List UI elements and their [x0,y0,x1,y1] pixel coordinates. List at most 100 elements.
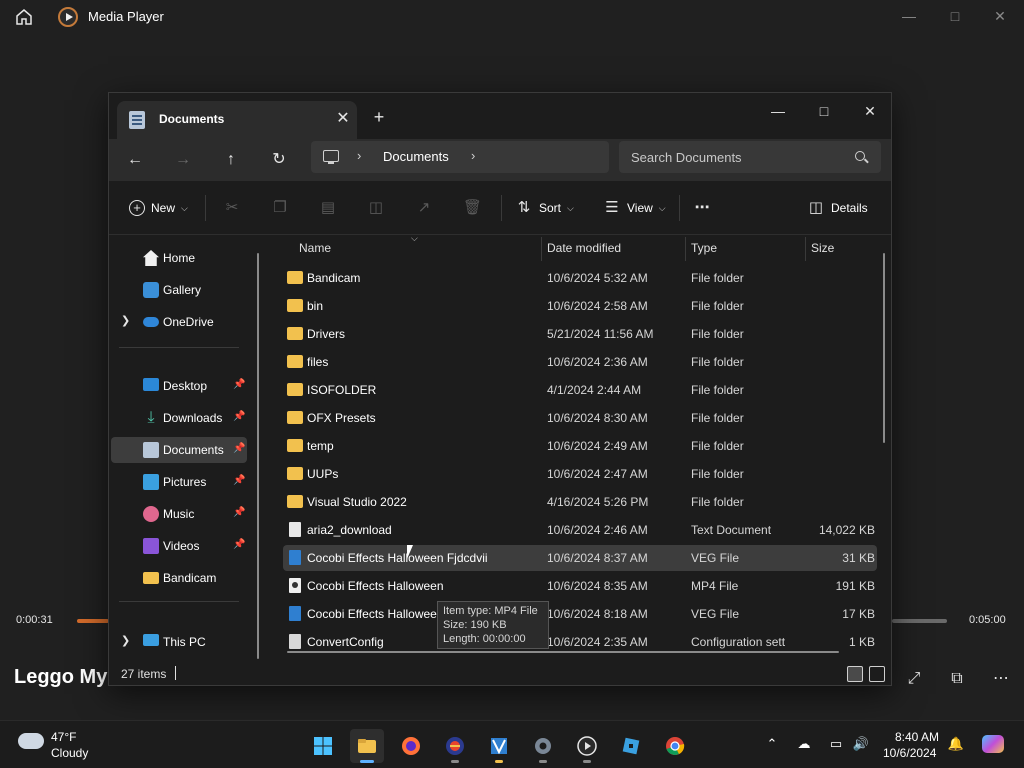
copilot-icon[interactable] [982,735,1004,753]
forward-icon[interactable]: → [169,147,197,173]
search-icon[interactable] [855,151,865,161]
nav-item-pictures[interactable]: Pictures 📌 [111,469,247,495]
file-row[interactable]: Cocobi Effects Halloween 10/6/2024 8:18 A… [283,601,877,627]
minimize-icon[interactable]: — [894,6,924,26]
pin-icon[interactable]: 📌 [233,411,245,422]
file-row[interactable]: files 10/6/2024 2:36 AM File folder [283,349,877,375]
view-button-label: View [627,201,653,215]
maximize-icon[interactable]: □ [801,97,847,125]
taskbar-media-player[interactable] [570,729,604,763]
delete-button[interactable]: 🗑 [463,198,482,218]
nav-item-documents[interactable]: Documents 📌 [111,437,247,463]
paste-button[interactable]: ▤ [319,198,337,218]
chrome-icon [666,737,685,755]
view-button[interactable]: ☰ View ⌵ [603,198,665,218]
taskbar-file-explorer[interactable] [350,729,384,763]
nav-item-this-pc[interactable]: ❯ This PC [111,629,247,655]
file-row[interactable]: ISOFOLDER 4/1/2024 2:44 AM File folder [283,377,877,403]
progress-bar-fill[interactable] [77,619,109,623]
tiles-view-button[interactable] [869,666,885,682]
chevron-right-icon[interactable]: › [357,148,361,163]
column-header-type[interactable]: Type [691,241,717,255]
file-row[interactable]: OFX Presets 10/6/2024 8:30 AM File folder [283,405,877,431]
clock-time[interactable]: 8:40 AM [895,730,939,744]
file-row[interactable]: Cocobi Effects Halloween 10/6/2024 8:35 A… [283,573,877,599]
nav-item-bandicam[interactable]: Bandicam [111,565,247,591]
file-row[interactable]: aria2_download 10/6/2024 2:46 AM Text Docu… [283,517,877,543]
nav-item-gallery[interactable]: Gallery [111,277,247,303]
taskbar-bandicam[interactable] [438,729,472,763]
file-row[interactable]: bin 10/6/2024 2:58 AM File folder [283,293,877,319]
taskbar-settings[interactable] [526,729,560,763]
pin-icon[interactable]: 📌 [233,379,245,390]
nav-item-music[interactable]: Music 📌 [111,501,247,527]
file-row[interactable]: Drivers 5/21/2024 11:56 AM File folder [283,321,877,347]
column-separator[interactable] [805,237,806,261]
nav-item-videos[interactable]: Videos 📌 [111,533,247,559]
column-header-name[interactable]: Name [299,241,331,255]
display-icon[interactable]: ▭ [827,735,845,753]
column-separator[interactable] [541,237,542,261]
new-button[interactable]: + New ⌵ [129,198,188,218]
expand-chevron-icon[interactable]: ❯ [121,314,130,327]
breadcrumb-documents[interactable]: Documents [383,149,449,164]
volume-icon[interactable]: 🔊 [852,735,870,753]
close-icon[interactable]: ✕ [985,6,1015,26]
start-button[interactable] [306,729,340,763]
clock-date[interactable]: 10/6/2024 [883,746,936,760]
file-row[interactable]: Visual Studio 2022 4/16/2024 5:26 PM File … [283,489,877,515]
nav-item-home[interactable]: Home [111,245,247,271]
pin-icon[interactable]: 📌 [233,443,245,454]
file-list-horizontal-scrollbar[interactable] [287,651,839,653]
file-row[interactable]: temp 10/6/2024 2:49 AM File folder [283,433,877,459]
tab-documents[interactable]: Documents ✕ [117,101,357,139]
pin-icon[interactable]: 📌 [233,539,245,550]
nav-pane-scrollbar[interactable] [257,253,259,659]
close-icon[interactable]: ✕ [847,97,891,125]
column-separator[interactable] [685,237,686,261]
share-button[interactable]: ↗ [415,198,433,218]
pin-icon[interactable]: 📌 [233,475,245,486]
progress-bar-track[interactable] [892,619,947,623]
rename-button[interactable]: ◫ [367,198,385,218]
expand-chevron-icon[interactable]: ❯ [121,634,130,647]
column-header-size[interactable]: Size [811,241,834,255]
maximize-icon[interactable]: □ [940,6,970,26]
see-more-button[interactable]: ⋯ [693,198,711,218]
tab-close-icon[interactable]: ✕ [333,109,353,129]
show-hidden-icons-chevron-icon[interactable]: ⌃ [763,735,781,753]
new-tab-icon[interactable]: + [369,107,389,127]
pin-icon[interactable]: 📌 [233,507,245,518]
address-bar[interactable]: › Documents › [311,141,609,173]
details-button[interactable]: ◫ Details [807,198,868,218]
refresh-icon[interactable]: ↻ [265,147,293,173]
fullscreen-icon[interactable]: ⤢ [903,668,925,690]
up-icon[interactable]: ↑ [217,147,245,173]
taskbar-firefox[interactable] [394,729,428,763]
nav-item-downloads[interactable]: ⤓ Downloads 📌 [111,405,247,431]
file-row[interactable]: Cocobi Effects Halloween Fjdcdvii 10/6/20… [283,545,877,571]
onedrive-offline-icon[interactable]: ☁ [795,735,813,753]
chevron-right-icon[interactable]: › [471,148,475,163]
taskbar-roblox-studio[interactable] [614,729,648,763]
taskbar-chrome[interactable] [658,729,692,763]
search-input[interactable]: Search Documents [631,150,742,165]
minimize-icon[interactable]: — [755,97,801,125]
details-view-button[interactable] [847,666,863,682]
mini-player-icon[interactable]: ⧉ [946,668,968,690]
sort-button[interactable]: ⇅ Sort ⌵ [515,198,574,218]
file-list-vertical-scrollbar[interactable] [883,253,885,443]
file-row[interactable]: Bandicam 10/6/2024 5:32 AM File folder [283,265,877,291]
nav-item-desktop[interactable]: Desktop 📌 [111,373,247,399]
notification-bell-icon[interactable]: 🔔 [947,735,965,753]
column-header-date[interactable]: Date modified [547,241,621,255]
more-options-icon[interactable]: ⋯ [990,668,1012,690]
back-icon[interactable]: ← [121,147,149,173]
nav-item-onedrive[interactable]: ❯ OneDrive [111,309,247,335]
taskbar-vegas[interactable] [482,729,516,763]
home-icon[interactable] [14,7,34,27]
search-box[interactable]: Search Documents [619,141,881,173]
copy-button[interactable]: ❐ [271,198,289,218]
file-row[interactable]: UUPs 10/6/2024 2:47 AM File folder [283,461,877,487]
cut-button[interactable]: ✂ [223,198,241,218]
